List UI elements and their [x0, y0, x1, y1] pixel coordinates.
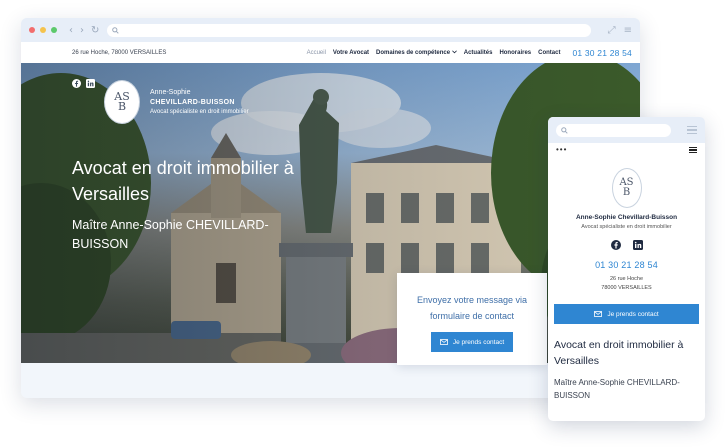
hero-title: Avocat en droit immobilier à Versailles [72, 158, 294, 204]
reload-icon[interactable]: ↻ [91, 25, 99, 36]
menu-icon[interactable]: ≡ [624, 25, 632, 36]
mobile-contact-button[interactable]: Je prends contact [554, 304, 699, 324]
nav-item-domaines-label: Domaines de compétence [376, 49, 451, 56]
mobile-address-city: 78000 VERSAILLES [601, 285, 652, 291]
mobile-browser-menu-icon[interactable] [687, 125, 697, 135]
maximize-window-dot[interactable] [51, 27, 57, 33]
search-icon [112, 26, 120, 34]
site-topbar: 26 rue Hoche, 78000 VERSAILLES Accueil V… [21, 42, 640, 63]
mobile-phone-link[interactable]: 01 30 21 28 54 [548, 260, 705, 270]
brand-first-name: Anne-Sophie [150, 89, 191, 96]
search-icon [561, 126, 568, 134]
office-address: 26 rue Hoche, 78000 VERSAILLES [72, 49, 167, 56]
contact-card: Envoyez votre message via formulaire de … [397, 273, 547, 365]
back-arrow-icon[interactable]: ‹ [69, 25, 73, 36]
contact-button[interactable]: Je prends contact [430, 332, 514, 352]
mobile-url-bar[interactable] [556, 123, 671, 137]
mobile-contact-button-wrap: Je prends contact [554, 304, 699, 324]
nav-item-domaines[interactable]: Domaines de compétence [376, 50, 457, 56]
nav-item-votre-avocat[interactable]: Votre Avocat [333, 50, 369, 56]
mobile-address-street: 26 rue Hoche [609, 276, 644, 282]
logo-monogram: ASB [114, 90, 130, 113]
brand-last-name: CHEVILLARD-BUISSON [150, 99, 235, 106]
minimize-window-dot[interactable] [40, 27, 46, 33]
mobile-hero-title: Avocat en droit immobilier à Versailles [554, 339, 684, 367]
mobile-address: 26 rue Hoche 78000 VERSAILLES [548, 275, 705, 293]
linkedin-icon[interactable] [632, 240, 643, 250]
contact-card-line2: formulaire de contact [429, 311, 515, 321]
phone-link[interactable]: 01 30 21 28 54 [572, 48, 632, 58]
hero-subtitle: Maître Anne-Sophie CHEVILLARD-BUISSON [72, 218, 269, 251]
expand-icon[interactable]: ⤢ [608, 25, 616, 36]
linkedin-icon[interactable] [86, 79, 95, 88]
nav-item-honoraires[interactable]: Honoraires [499, 50, 531, 56]
mail-icon [594, 311, 603, 317]
url-bar[interactable] [107, 23, 592, 37]
brand-block: Anne-Sophie CHEVILLARD-BUISSON Avocat sp… [150, 89, 249, 115]
browser-chrome: ‹ › ↻ ⤢ ≡ [21, 18, 640, 42]
mail-icon [439, 339, 448, 345]
mobile-asb-logo[interactable]: ASB [611, 168, 642, 208]
close-window-dot[interactable] [29, 27, 35, 33]
nav-item-accueil[interactable]: Accueil [307, 50, 326, 56]
mobile-site-header: ••• [548, 143, 705, 157]
contact-card-line1: Envoyez votre message via [416, 295, 528, 305]
mobile-logo-monogram: ASB [619, 177, 634, 198]
brand-tagline: Avocat spécialiste en droit immobilier [150, 109, 249, 115]
mobile-hero-subtitle: Maître Anne-Sophie CHEVILLARD-BUISSON [554, 378, 680, 400]
mobile-browser-chrome [548, 117, 705, 143]
hero-social-links [72, 79, 95, 88]
hamburger-menu-icon[interactable] [689, 146, 697, 154]
nav-item-actualites[interactable]: Actualités [464, 50, 493, 56]
asb-logo[interactable]: ASB [104, 80, 140, 124]
mobile-contact-button-label: Je prends contact [607, 310, 659, 318]
forward-arrow-icon[interactable]: › [80, 25, 84, 36]
nav-item-contact[interactable]: Contact [538, 50, 560, 56]
mobile-browser-window: ••• ASB Anne-Sophie Chevillard-Buisson A… [548, 117, 705, 421]
chevron-down-icon [451, 49, 457, 53]
facebook-icon[interactable] [610, 240, 621, 250]
contact-button-label: Je prends contact [452, 338, 505, 346]
mobile-brand-name: Anne-Sophie Chevillard-Buisson [575, 214, 678, 221]
more-dots-icon[interactable]: ••• [556, 146, 567, 154]
mobile-brand-tagline: Avocat spécialiste en droit immobilier [581, 224, 672, 230]
main-nav: Accueil Votre Avocat Domaines de compéte… [307, 50, 561, 56]
facebook-icon[interactable] [72, 79, 81, 88]
mobile-social-links [548, 240, 705, 250]
